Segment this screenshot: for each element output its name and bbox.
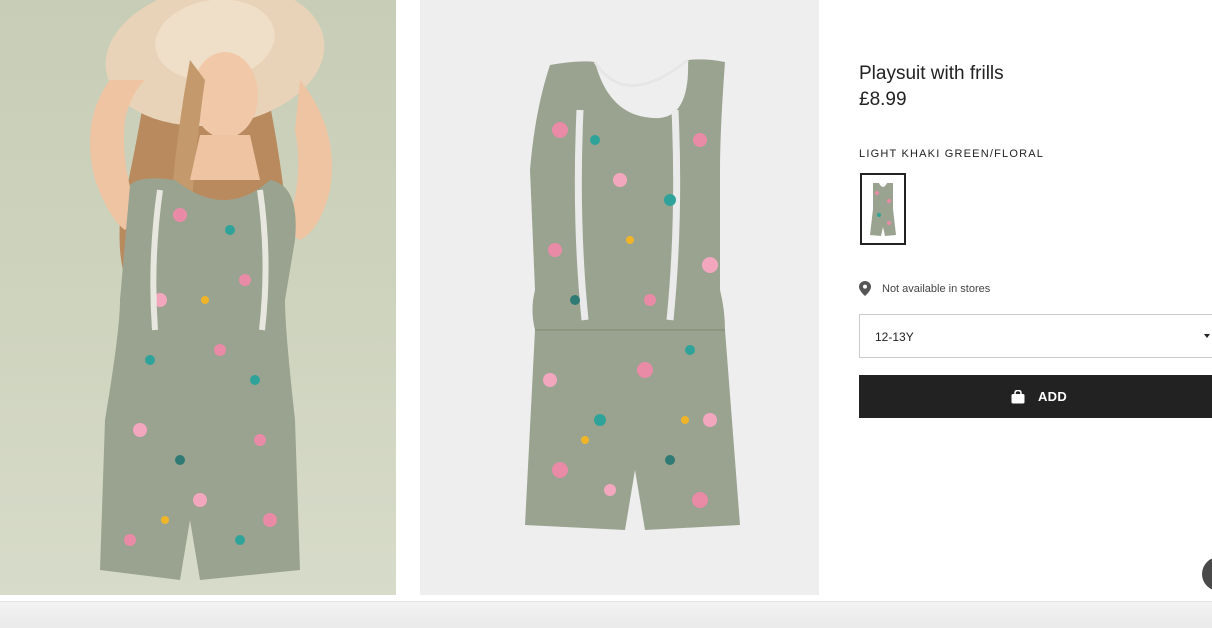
store-availability-text: Not available in stores bbox=[882, 282, 991, 295]
product-title: Playsuit with frills bbox=[859, 63, 1004, 84]
shopping-bag-icon bbox=[1011, 389, 1025, 404]
product-photo-illustration bbox=[525, 58, 740, 530]
size-select-value: 12-13Y bbox=[875, 330, 914, 344]
location-pin-icon bbox=[859, 281, 871, 296]
add-to-bag-button[interactable]: ADD bbox=[859, 375, 1212, 418]
model-photo[interactable] bbox=[0, 0, 396, 595]
swatch-thumbnail bbox=[870, 183, 896, 236]
color-swatch[interactable] bbox=[860, 173, 906, 245]
add-button-label: ADD bbox=[1037, 389, 1068, 404]
product-price: £8.99 bbox=[859, 89, 907, 110]
size-select[interactable]: 12-13Y bbox=[859, 314, 1212, 358]
caret-down-icon bbox=[1204, 334, 1210, 338]
color-name: LIGHT KHAKI GREEN/FLORAL bbox=[859, 148, 1045, 160]
model-photo-illustration bbox=[90, 0, 332, 581]
product-photo[interactable] bbox=[420, 0, 819, 595]
chat-icon[interactable] bbox=[1202, 557, 1212, 591]
store-availability: Not available in stores bbox=[859, 281, 990, 296]
page-footer-strip bbox=[0, 601, 1212, 628]
